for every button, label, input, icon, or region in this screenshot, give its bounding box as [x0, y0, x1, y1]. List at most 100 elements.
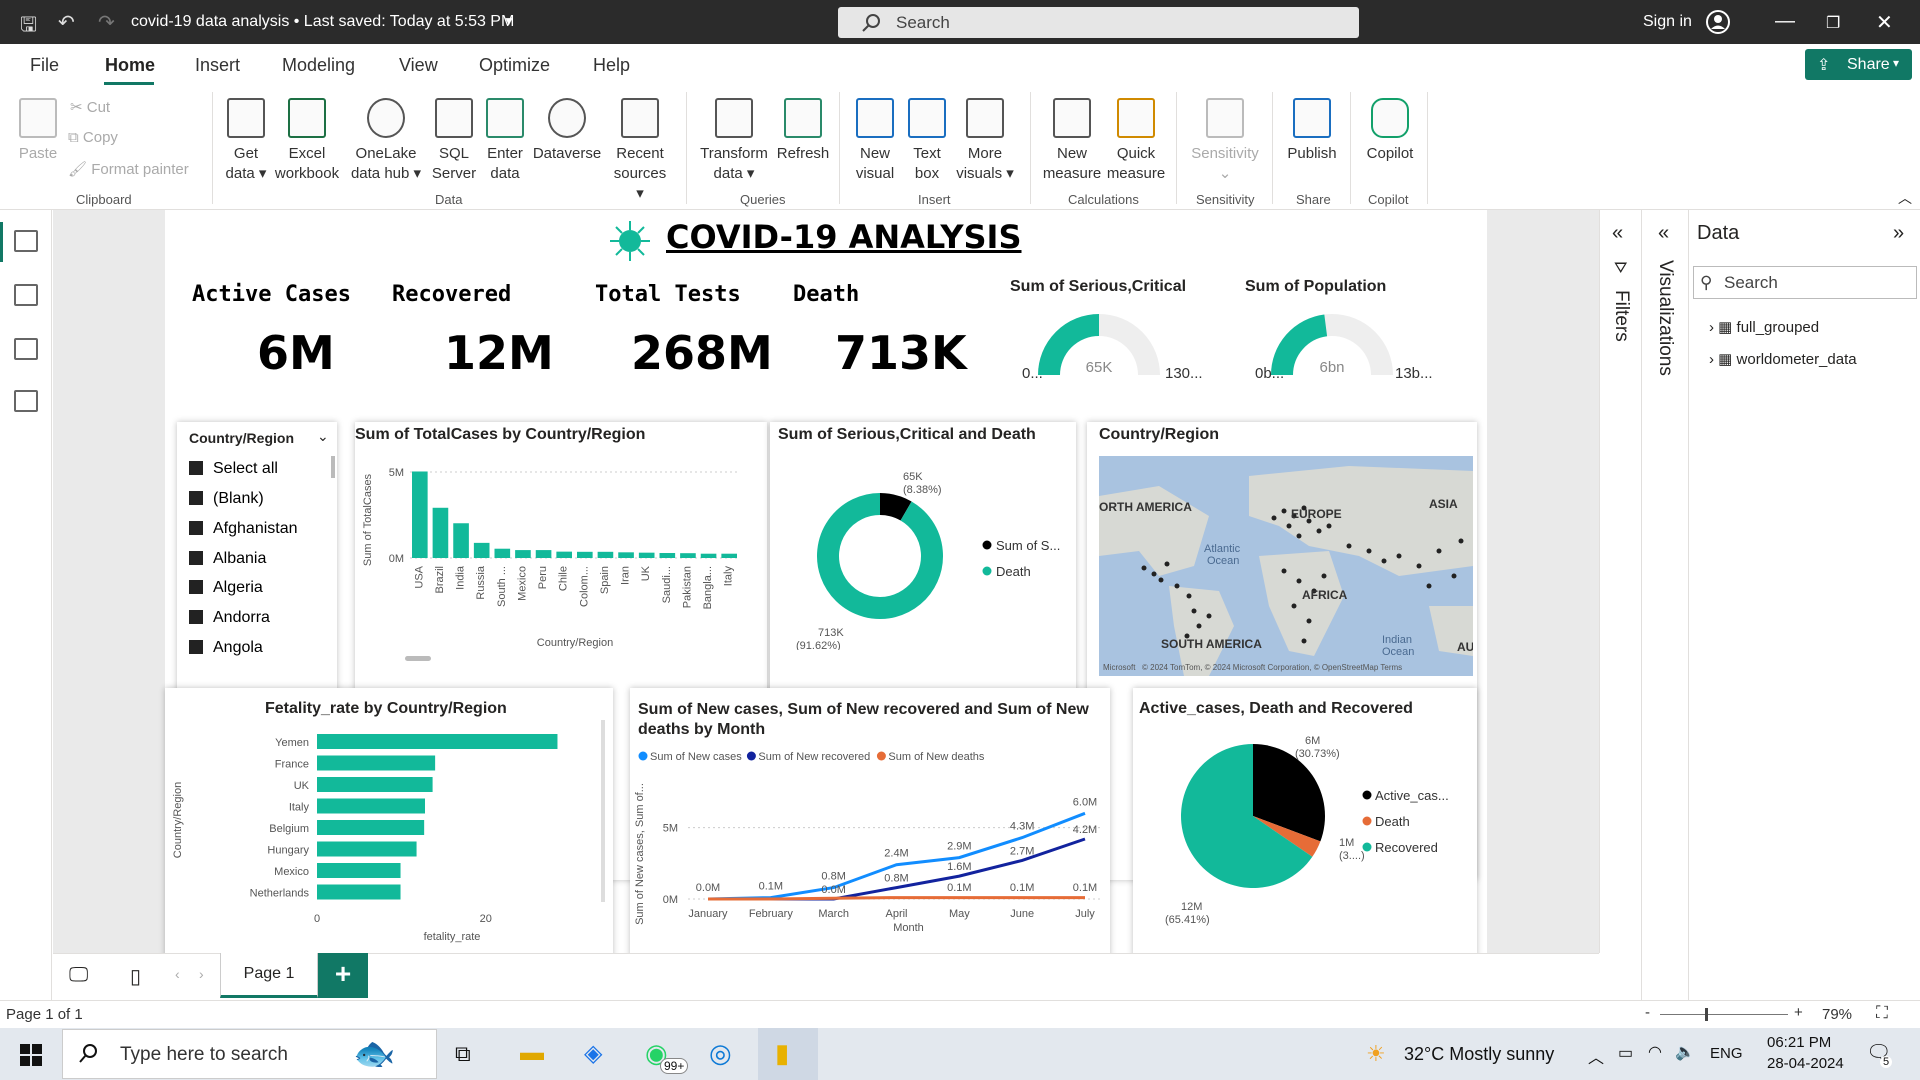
sign-in-link[interactable]: Sign in [1643, 13, 1692, 31]
visualizations-label[interactable]: Visualizations [1654, 260, 1676, 376]
windows-start-icon[interactable] [20, 1044, 42, 1066]
map-svg[interactable]: ORTH AMERICA EUROPE ASIA Atlantic Ocean … [1099, 456, 1473, 676]
tab-home[interactable]: Home [105, 55, 155, 76]
task-view-icon[interactable]: ⧉ [455, 1041, 471, 1067]
monthly-new-cases-line-chart[interactable]: Sum of New cases, Sum of New recovered a… [630, 688, 1110, 958]
tab-file[interactable]: File [30, 55, 59, 76]
minimize-icon[interactable]: — [1775, 10, 1795, 33]
bar [473, 542, 490, 558]
data-label: 1.6M [947, 861, 971, 873]
taskbar-search-input[interactable]: Type here to search 🐟 [62, 1029, 437, 1079]
slicer-item[interactable]: Albania [189, 550, 266, 568]
prev-page-icon[interactable]: ‹ [175, 966, 180, 982]
slicer-item[interactable]: (Blank) [189, 490, 264, 508]
publish-button[interactable]: Publish [1284, 98, 1340, 164]
tab-insert[interactable]: Insert [195, 55, 240, 76]
more-visuals-button[interactable]: More visuals ▾ [954, 98, 1016, 184]
slicer-item[interactable]: Afghanistan [189, 520, 298, 538]
fit-page-icon[interactable]: ⛶ [1876, 1003, 1888, 1023]
data-search-input[interactable]: ⚲ Search [1693, 266, 1917, 299]
zoom-in-icon[interactable]: + [1794, 1004, 1803, 1021]
tray-chevron-icon[interactable]: ︿ [1588, 1044, 1604, 1068]
new-measure-button[interactable]: New measure [1040, 98, 1104, 184]
copilot-button[interactable]: Copilot [1362, 98, 1418, 164]
slicer-item[interactable]: Andorra [189, 609, 270, 627]
format-painter-button[interactable]: 🖌 Format painter [68, 160, 189, 178]
slicer-item[interactable]: Select all [189, 460, 278, 478]
chevron-down-icon[interactable]: ▼ [503, 14, 515, 28]
refresh-button[interactable]: Refresh [771, 98, 835, 164]
store-icon[interactable]: ◈ [584, 1039, 602, 1068]
zoom-slider[interactable] [1660, 1014, 1788, 1015]
zoom-out-icon[interactable]: - [1645, 1004, 1650, 1021]
quick-measure-button[interactable]: Quick measure [1106, 98, 1166, 184]
file-explorer-icon[interactable]: ▬ [520, 1039, 544, 1067]
undo-icon[interactable]: ↶ [58, 10, 75, 35]
sensitivity-button[interactable]: Sensitivity ⌄ [1188, 98, 1262, 184]
chevron-down-icon[interactable]: ⌄ [317, 428, 329, 445]
filters-pane[interactable]: « ⛛ Filters [1599, 210, 1641, 953]
window-title[interactable]: covid-19 data analysis • Last saved: Tod… [131, 13, 514, 31]
scrollbar[interactable] [331, 456, 335, 478]
get-data-button[interactable]: Get data ▾ [222, 98, 270, 184]
new-visual-button[interactable]: New visual [852, 98, 898, 184]
weather-text[interactable]: 32°C Mostly sunny [1404, 1044, 1554, 1065]
transform-data-button[interactable]: Transform data ▾ [697, 98, 771, 184]
sql-server-button[interactable]: SQL Server [430, 98, 478, 184]
powerbi-taskbar-item[interactable]: ▮ [758, 1028, 818, 1080]
model-view-icon[interactable] [14, 338, 38, 360]
volume-icon[interactable]: 🔈 [1675, 1042, 1695, 1062]
filters-label[interactable]: Filters [1610, 290, 1632, 342]
next-page-icon[interactable]: › [199, 966, 204, 982]
gauge-serious-critical[interactable]: 65K 0... 130... [1010, 300, 1210, 380]
fatality-rate-bar-chart[interactable]: Fetality_rate by Country/Region Country/… [165, 688, 613, 958]
excel-workbook-button[interactable]: Excel workbook [272, 98, 342, 184]
close-icon[interactable]: ✕ [1876, 10, 1893, 35]
tab-view[interactable]: View [399, 55, 438, 76]
collapse-ribbon-icon[interactable]: ︿ [1898, 188, 1912, 208]
tab-help[interactable]: Help [593, 55, 630, 76]
restore-icon[interactable]: ❐ [1826, 13, 1840, 33]
desktop-layout-icon[interactable]: 🖵 [69, 964, 88, 987]
tab-modeling[interactable]: Modeling [282, 55, 355, 76]
page-tab[interactable]: Page 1 [220, 953, 318, 998]
table-item[interactable]: › ▦ worldometer_data [1709, 350, 1857, 368]
active-death-recovered-pie-chart[interactable]: Active_cases, Death and Recovered 6M (30.… [1133, 688, 1477, 958]
visualizations-pane[interactable]: « Visualizations [1641, 210, 1688, 1000]
table-view-icon[interactable] [14, 284, 38, 306]
zoom-slider-handle[interactable] [1705, 1008, 1708, 1021]
wifi-icon[interactable]: ◠ [1648, 1042, 1662, 1062]
scrollbar[interactable] [405, 656, 431, 661]
cut-button[interactable]: ✂ Cut [70, 98, 110, 116]
tab-optimize[interactable]: Optimize [479, 55, 550, 76]
paste-button[interactable]: Paste [14, 98, 62, 164]
collapse-icon[interactable]: « [1612, 222, 1623, 245]
search-input[interactable]: Search [838, 7, 1359, 38]
language-indicator[interactable]: ENG [1710, 1045, 1743, 1062]
table-item[interactable]: › ▦ full_grouped [1709, 318, 1819, 336]
collapse-icon[interactable]: « [1658, 222, 1669, 245]
clock-date[interactable]: 28-04-2024 [1767, 1055, 1844, 1072]
copy-button[interactable]: ⧉ Copy [68, 129, 118, 146]
report-view-icon[interactable] [14, 230, 38, 252]
account-icon[interactable] [1705, 9, 1731, 35]
mobile-layout-icon[interactable]: ▯ [130, 964, 141, 989]
slicer-item[interactable]: Algeria [189, 579, 263, 597]
battery-icon[interactable]: ▭ [1618, 1043, 1633, 1063]
slicer-item[interactable]: Angola [189, 639, 263, 657]
expand-icon[interactable]: » [1893, 222, 1904, 245]
gauge-population[interactable]: 6bn 0b... 13b... [1243, 300, 1443, 380]
scrollbar[interactable] [601, 720, 605, 902]
share-button[interactable]: ⇪ Share ▾ [1805, 49, 1912, 80]
text-box-button[interactable]: Text box [904, 98, 950, 184]
dataverse-button[interactable]: Dataverse [530, 98, 604, 164]
redo-icon[interactable]: ↷ [98, 10, 115, 35]
save-icon[interactable]: 🖫 [20, 10, 37, 44]
edge-icon[interactable]: ◎ [709, 1038, 732, 1069]
enter-data-button[interactable]: Enter data [482, 98, 528, 184]
recent-sources-button[interactable]: Recent sources ▾ [610, 98, 670, 204]
onelake-data-hub-button[interactable]: OneLake data hub ▾ [346, 98, 426, 184]
dax-query-view-icon[interactable] [14, 390, 38, 412]
add-page-button[interactable]: + [318, 953, 368, 998]
clock-time[interactable]: 06:21 PM [1767, 1034, 1831, 1051]
